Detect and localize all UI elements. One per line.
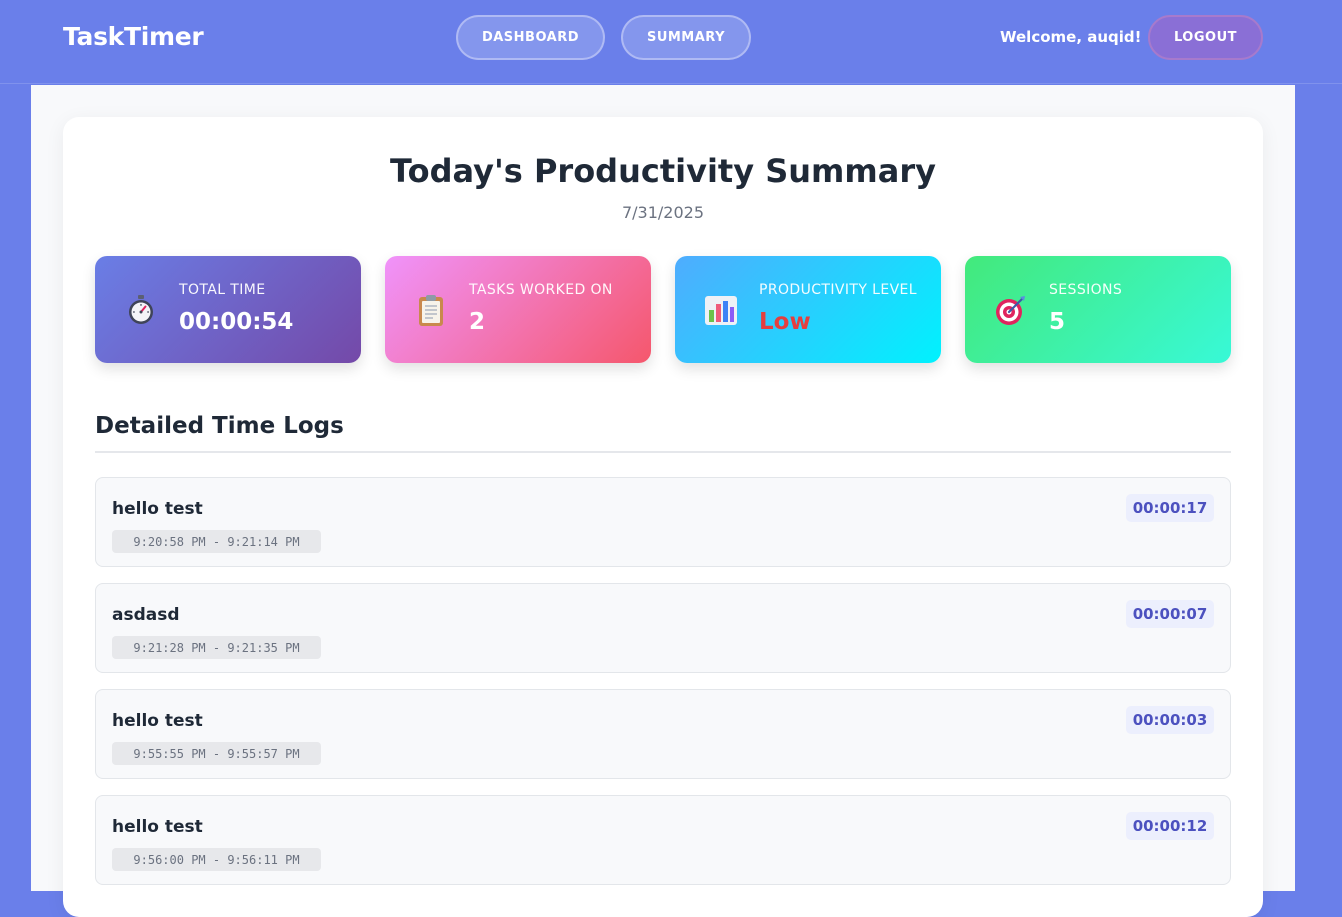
summary-nav-button[interactable]: SUMMARY [621, 15, 751, 60]
stat-card-total-time: TOTAL TIME 00:00:54 [95, 256, 361, 363]
page-title: Today's Productivity Summary [390, 152, 936, 190]
log-task-name: hello test [112, 817, 203, 837]
stat-card-tasks-worked-on: TASKS WORKED ON 2 [385, 256, 651, 363]
section-divider [95, 451, 1231, 453]
stat-card-sessions: SESSIONS 5 [965, 256, 1231, 363]
stat-label: SESSIONS [1049, 282, 1123, 298]
log-task-name: asdasd [112, 605, 180, 625]
logout-button[interactable]: LOGOUT [1148, 15, 1263, 60]
dashboard-nav-button[interactable]: DASHBOARD [456, 15, 605, 60]
stat-label: PRODUCTIVITY LEVEL [759, 282, 918, 298]
stat-card-productivity-level: PRODUCTIVITY LEVEL Low [675, 256, 941, 363]
welcome-message: Welcome, auqid! [1000, 28, 1142, 46]
log-duration-badge: 00:00:07 [1126, 600, 1214, 628]
stat-label: TASKS WORKED ON [469, 282, 613, 298]
log-time-range: 9:55:55 PM - 9:55:57 PM [112, 742, 321, 765]
bar-chart-icon [705, 296, 737, 325]
log-time-range: 9:21:28 PM - 9:21:35 PM [112, 636, 321, 659]
stat-value: Low [759, 309, 811, 335]
log-task-name: hello test [112, 499, 203, 519]
log-time-range: 9:20:58 PM - 9:21:14 PM [112, 530, 321, 553]
time-log-item: asdasd 9:21:28 PM - 9:21:35 PM 00:00:07 [95, 583, 1231, 673]
time-log-item: hello test 9:56:00 PM - 9:56:11 PM 00:00… [95, 795, 1231, 885]
log-duration-badge: 00:00:03 [1126, 706, 1214, 734]
log-duration-badge: 00:00:17 [1126, 494, 1214, 522]
page-container: Today's Productivity Summary 7/31/2025 T… [31, 85, 1295, 917]
brand-logo[interactable]: TaskTimer [63, 22, 204, 51]
stat-value: 2 [469, 309, 486, 335]
stat-value: 00:00:54 [179, 309, 294, 335]
time-log-item: hello test 9:20:58 PM - 9:21:14 PM 00:00… [95, 477, 1231, 567]
stat-label: TOTAL TIME [179, 282, 266, 298]
summary-card: Today's Productivity Summary 7/31/2025 T… [63, 117, 1263, 917]
stat-value: 5 [1049, 309, 1066, 335]
log-time-range: 9:56:00 PM - 9:56:11 PM [112, 848, 321, 871]
log-task-name: hello test [112, 711, 203, 731]
log-duration-badge: 00:00:12 [1126, 812, 1214, 840]
time-logs-heading: Detailed Time Logs [95, 413, 344, 439]
stopwatch-icon [129, 295, 153, 324]
top-navbar: TaskTimer DASHBOARD SUMMARY Welcome, auq… [0, 0, 1342, 84]
time-log-item: hello test 9:55:55 PM - 9:55:57 PM 00:00… [95, 689, 1231, 779]
target-icon [996, 296, 1025, 325]
summary-date: 7/31/2025 [621, 203, 705, 222]
clipboard-icon [419, 295, 443, 326]
